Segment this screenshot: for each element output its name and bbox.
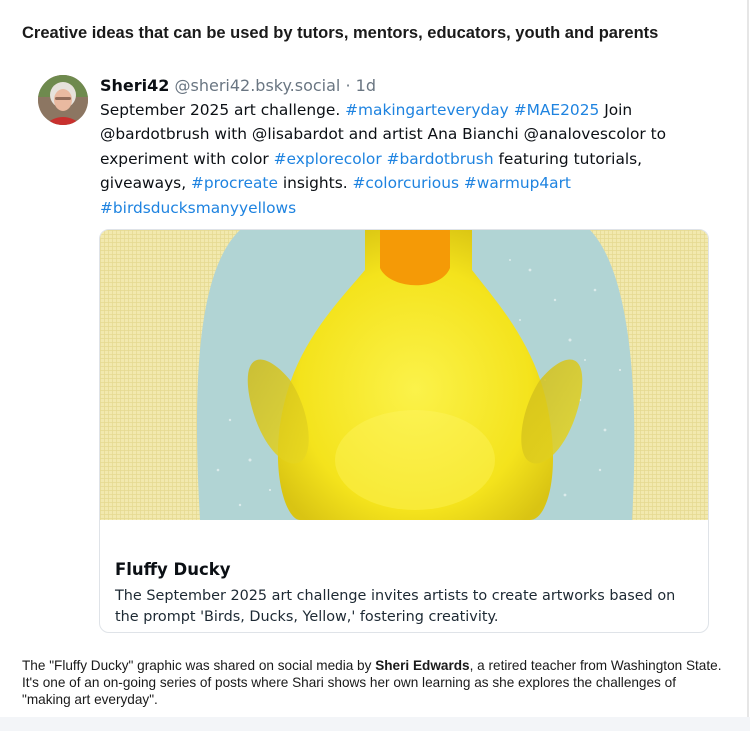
author-handle[interactable]: @sheri42.bsky.social [175,76,341,95]
card-image [100,230,708,520]
author-name[interactable]: Sheri42 [100,76,169,95]
link-card[interactable]: Fluffy Ducky The September 2025 art chal… [99,229,709,633]
post-text-run: insights. [277,174,353,193]
separator-dot: · [345,76,351,95]
caption-person-name: Sheri Edwards [375,658,470,673]
avatar-portrait-icon [38,75,88,125]
card-title: Fluffy Ducky [115,560,231,579]
hashtag-link[interactable]: #explorecolor [274,150,382,168]
hashtag-link[interactable]: #procreate [191,174,278,192]
hashtag-link[interactable]: #birdsducksmanyyellows [100,199,296,217]
post-text: September 2025 art challenge. #makingart… [100,98,710,220]
image-caption: The "Fluffy Ducky" graphic was shared on… [22,657,727,708]
hashtag-link[interactable]: #makingarteveryday [345,101,509,119]
page-bottom-bar [0,717,750,731]
hashtag-link[interactable]: #colorcurious [353,174,459,192]
post-body: Sheri42 @sheri42.bsky.social · 1d Septem… [100,74,710,220]
post-header: Sheri42 @sheri42.bsky.social · 1d [100,74,710,98]
hashtag-link[interactable]: #MAE2025 [514,101,600,119]
card-description: The September 2025 art challenge invites… [115,588,676,625]
page-right-border [747,0,749,717]
avatar[interactable] [38,75,88,125]
caption-lead: The "Fluffy Ducky" graphic was shared on… [22,658,376,673]
page-title: Creative ideas that can be used by tutor… [22,24,659,42]
post-age[interactable]: 1d [356,76,376,95]
hashtag-link[interactable]: #bardotbrush [387,150,494,168]
post-text-run: September 2025 art challenge. [100,101,346,119]
hashtag-link[interactable]: #warmup4art [464,174,571,192]
